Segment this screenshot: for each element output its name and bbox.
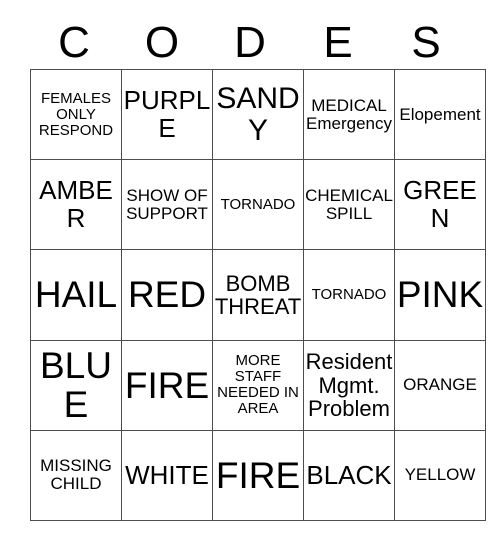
bingo-cell-label: Elopement <box>399 104 481 124</box>
bingo-header-letter: D <box>234 18 266 67</box>
bingo-cell-label: GREEN <box>403 175 477 233</box>
bingo-cell-label: YELLOW <box>404 465 476 485</box>
bingo-cell-label: BLACK <box>306 459 392 490</box>
bingo-cell-label: FEMALES ONLY RESPOND <box>38 89 114 139</box>
bingo-cell[interactable]: MISSING CHILD <box>30 429 122 521</box>
bingo-header: CODES <box>30 18 470 68</box>
bingo-cell-label: ORANGE <box>403 375 477 395</box>
bingo-cell-label: CHEMICAL SPILL <box>305 185 393 223</box>
bingo-cell-label: MISSING CHILD <box>40 456 112 494</box>
bingo-row: AMBER SHOW OF SUPPORT TORNADO CHEMICAL SPIL… <box>30 159 486 251</box>
bingo-cell[interactable]: FIRE <box>121 339 213 431</box>
bingo-cell[interactable]: MEDICAL Emergency <box>303 68 395 161</box>
bingo-cell-label: Resident Mgmt. Problem <box>305 349 393 421</box>
bingo-cell[interactable]: GREEN <box>394 159 486 251</box>
bingo-cell-label: SHOW OF SUPPORT <box>126 185 208 223</box>
bingo-grid: FEMALES ONLY RESPOND PURPLE SANDY MEDICAL E… <box>30 68 486 521</box>
bingo-cell-label: FIRE <box>124 364 210 406</box>
bingo-cell[interactable]: BOMB THREAT <box>212 249 304 341</box>
bingo-cell-label: WHITE <box>125 459 209 490</box>
bingo-cell-label: PINK <box>396 274 484 316</box>
bingo-cell[interactable]: FIRE <box>212 429 304 521</box>
bingo-row: BLUE FIRE MORE STAFF NEEDED IN AREA Residen… <box>30 339 486 431</box>
bingo-cell-label: HAIL <box>34 274 118 316</box>
bingo-cell-label: TORNADO <box>220 195 296 213</box>
bingo-cell[interactable]: ORANGE <box>394 339 486 431</box>
bingo-cell-label: TORNADO <box>311 286 387 304</box>
bingo-cell[interactable]: CHEMICAL SPILL <box>303 159 395 251</box>
bingo-cell[interactable]: SANDY <box>212 68 304 161</box>
bingo-cell-label: AMBER <box>39 175 113 233</box>
bingo-cell-label: MORE STAFF NEEDED IN AREA <box>217 352 299 418</box>
bingo-cell-label: RED <box>127 274 207 316</box>
bingo-cell[interactable]: BLACK <box>303 429 395 521</box>
bingo-cell-label: FIRE <box>215 454 301 496</box>
bingo-cell[interactable]: MORE STAFF NEEDED IN AREA <box>212 339 304 431</box>
bingo-row: MISSING CHILD WHITE FIRE BLACK YELLOW <box>30 429 486 521</box>
bingo-cell[interactable]: RED <box>121 249 213 341</box>
bingo-cell[interactable]: PURPLE <box>121 68 213 161</box>
bingo-cell[interactable]: Resident Mgmt. Problem <box>303 339 395 431</box>
bingo-cell[interactable]: AMBER <box>30 159 122 251</box>
bingo-cell[interactable]: HAIL <box>30 249 122 341</box>
bingo-cell[interactable]: TORNADO <box>212 159 304 251</box>
bingo-cell[interactable]: YELLOW <box>394 429 486 521</box>
bingo-cell[interactable]: BLUE <box>30 339 122 431</box>
bingo-cell[interactable]: TORNADO <box>303 249 395 341</box>
bingo-cell-label: BOMB THREAT <box>214 270 302 319</box>
bingo-header-letter: E <box>323 18 353 67</box>
bingo-header-letter: S <box>411 18 441 67</box>
bingo-cell[interactable]: Elopement <box>394 68 486 161</box>
bingo-cell[interactable]: SHOW OF SUPPORT <box>121 159 213 251</box>
bingo-cell-label: PURPLE <box>123 85 211 143</box>
bingo-cell-label: SANDY <box>216 81 300 147</box>
bingo-row: FEMALES ONLY RESPOND PURPLE SANDY MEDICAL E… <box>30 68 486 161</box>
bingo-cell-label: BLUE <box>40 344 112 426</box>
bingo-cell[interactable]: WHITE <box>121 429 213 521</box>
bingo-card: C O D E S FEMALES ONLY RESPOND PURPLE SANDY MED… <box>0 0 500 544</box>
bingo-header-letter: O <box>144 18 180 67</box>
bingo-row: HAIL RED BOMB THREAT TORNADO PINK <box>30 249 486 341</box>
bingo-header-letter: C <box>58 18 90 67</box>
bingo-grid-body: FEMALES ONLY RESPOND PURPLE SANDY MEDICAL E… <box>30 68 486 521</box>
bingo-cell-label: MEDICAL Emergency <box>306 95 392 133</box>
bingo-cell[interactable]: FEMALES ONLY RESPOND <box>30 68 122 161</box>
bingo-cell[interactable]: PINK <box>394 249 486 341</box>
